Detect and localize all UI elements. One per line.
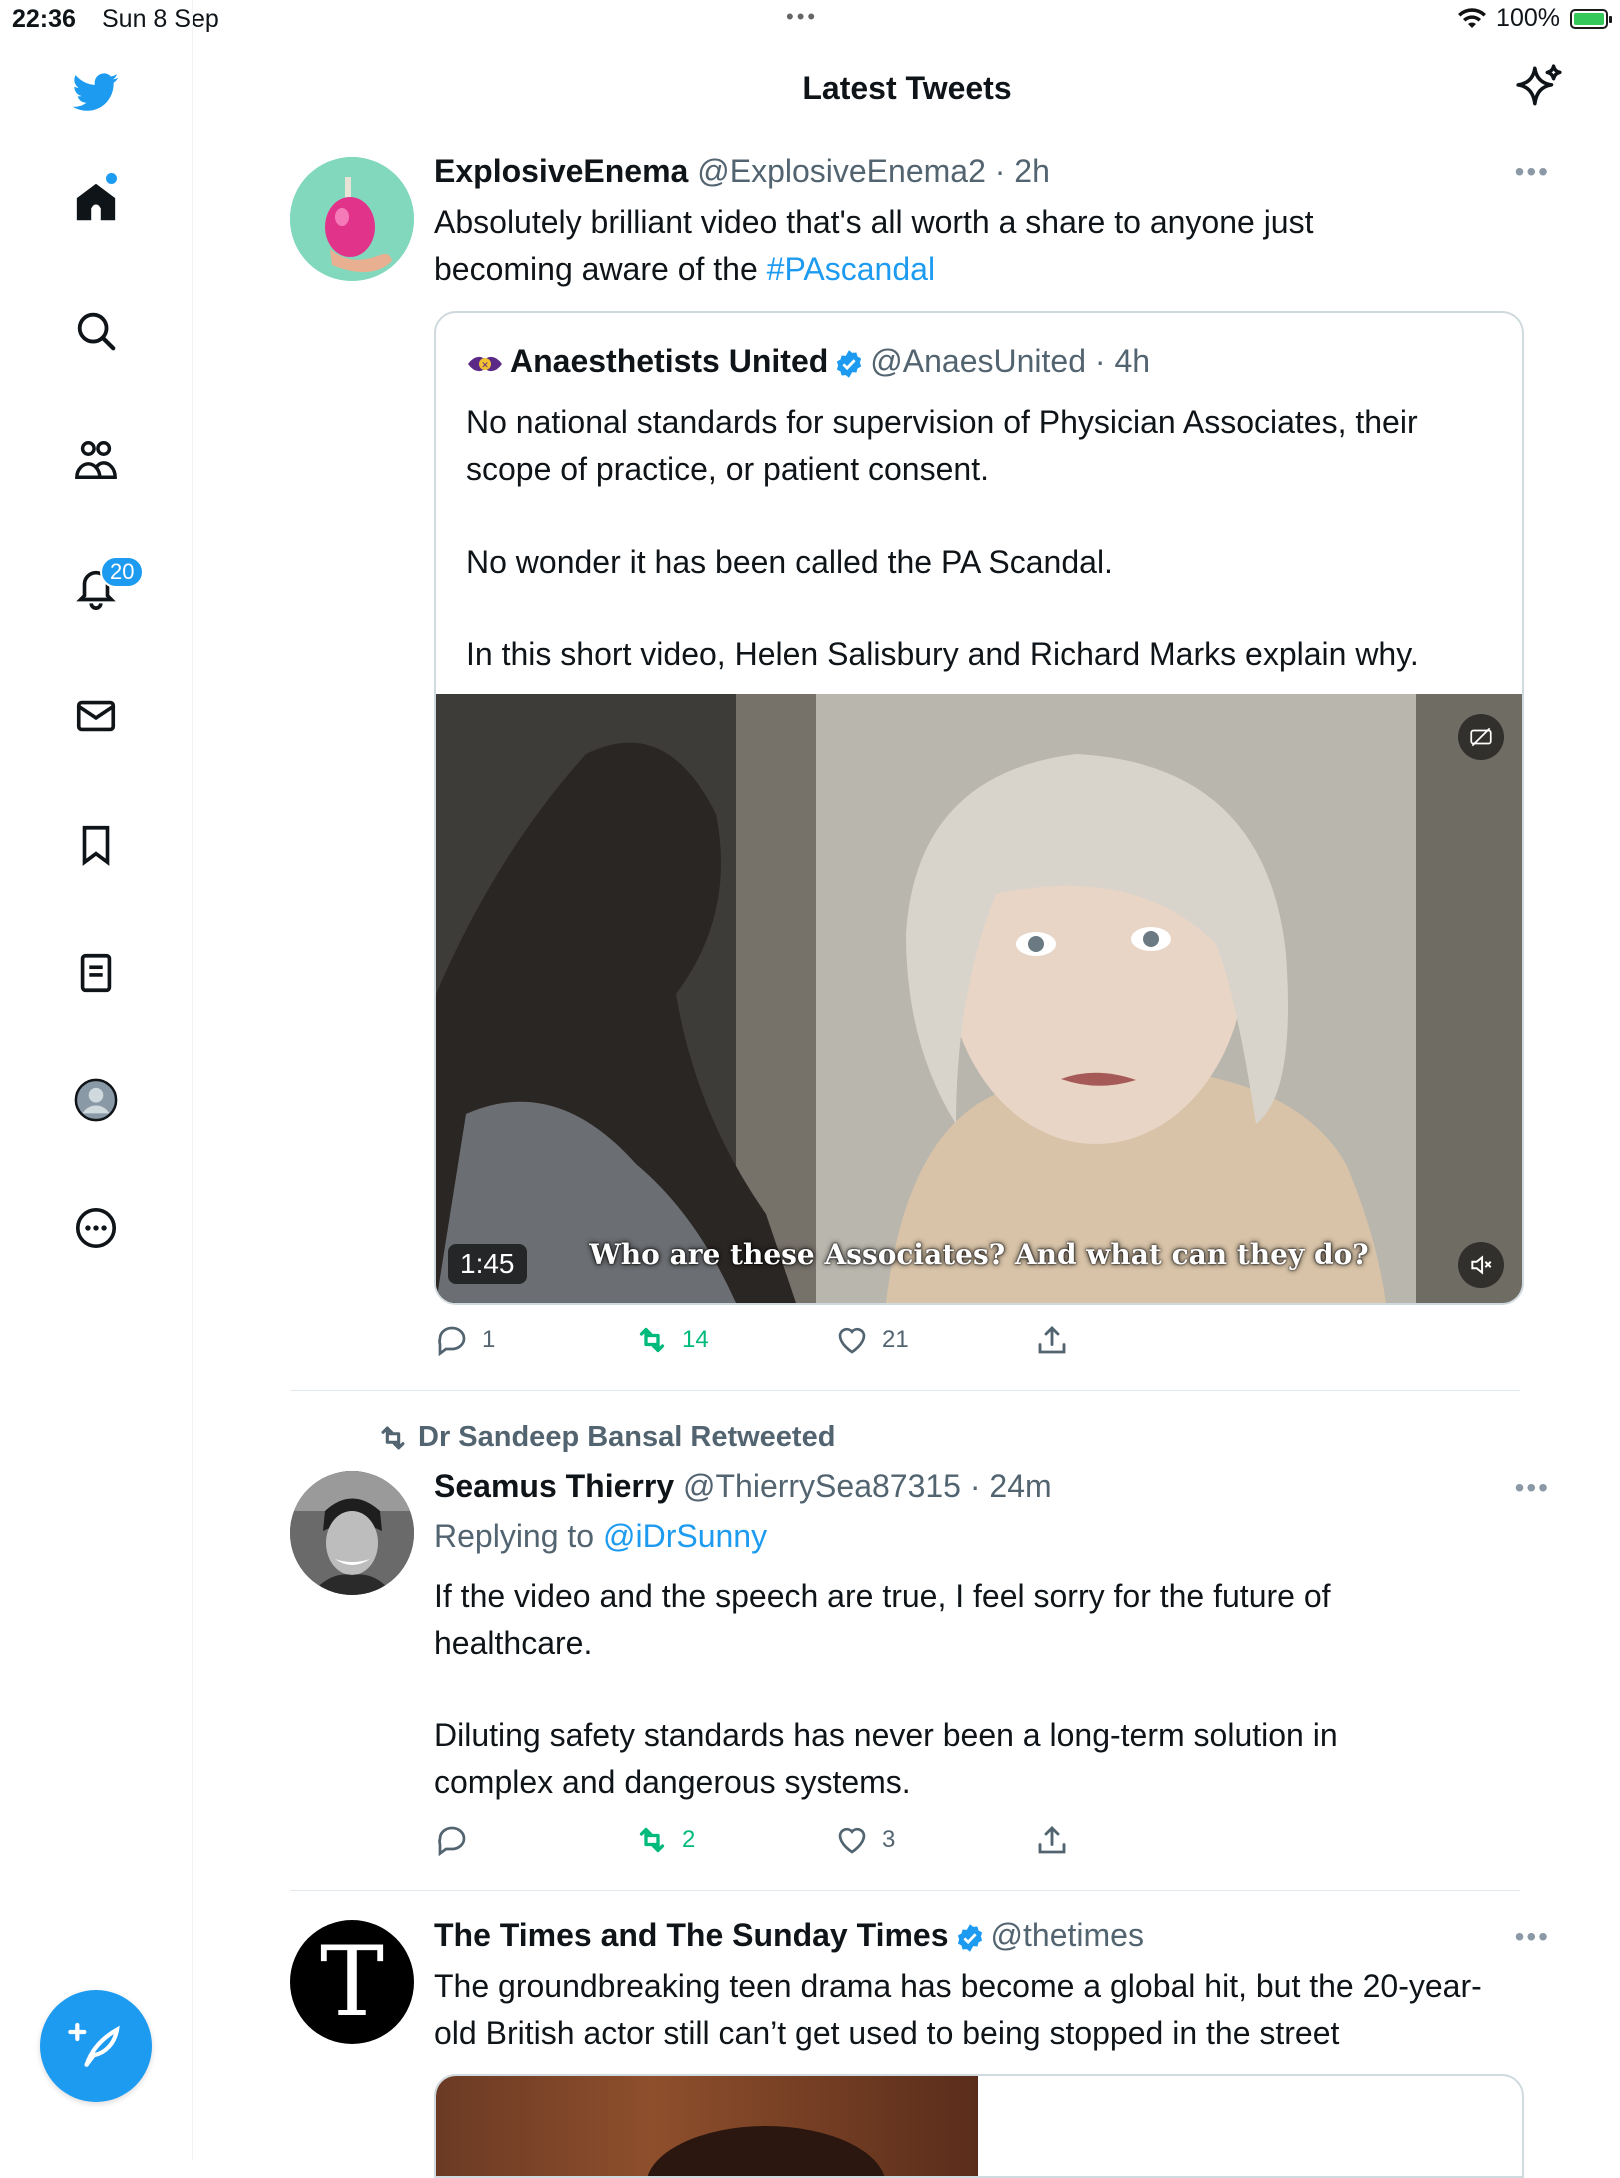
tweet-header: The Times and The Sunday Times @thetimes	[434, 1917, 1144, 1954]
author-name[interactable]: The Times and The Sunday Times	[434, 1917, 949, 1953]
tweet-more-button[interactable]: •••	[1515, 1921, 1550, 1953]
heart-icon	[838, 1327, 866, 1354]
replying-to-line: Replying to @iDrSunny	[434, 1518, 767, 1555]
verified-badge-icon	[837, 349, 862, 378]
feather-plus-icon	[68, 2022, 120, 2067]
tweet-header: Seamus Thierry @ThierrySea87315 · 24m	[434, 1468, 1052, 1505]
communities-icon[interactable]	[70, 434, 122, 486]
search-icon[interactable]	[70, 305, 122, 357]
video-thumbnail-image	[436, 694, 1522, 1303]
quote-paragraph-1: No national standards for supervision of…	[466, 404, 1418, 487]
tweet-paragraph-2: Diluting safety standards has never been…	[434, 1717, 1338, 1800]
times-logo-letter: T	[319, 1926, 385, 2038]
battery-percent: 100%	[1496, 4, 1560, 32]
tweet-divider	[290, 1390, 1520, 1391]
author-name[interactable]: Seamus Thierry	[434, 1468, 674, 1504]
notifications-badge: 20	[100, 556, 145, 588]
mute-toggle-button[interactable]	[1458, 1242, 1504, 1288]
media-preview[interactable]	[434, 2074, 1524, 2178]
author-name[interactable]: ExplosiveEnema	[434, 153, 688, 189]
home-icon[interactable]	[70, 176, 122, 228]
sparkle-timeline-icon[interactable]	[1514, 62, 1564, 112]
enema-bulb-avatar-image	[290, 157, 414, 281]
muted-speaker-icon	[1471, 1255, 1492, 1275]
quote-paragraph-2: No wonder it has been called the PA Scan…	[466, 544, 1113, 580]
reply-icon	[438, 1826, 466, 1857]
tweet-text: The groundbreaking teen drama has become…	[434, 1968, 1482, 2051]
svg-text:✕: ✕	[481, 361, 489, 371]
quote-author-handle[interactable]: @AnaesUnited	[870, 343, 1086, 379]
heart-icon	[838, 1827, 866, 1854]
share-icon	[1038, 1825, 1066, 1854]
reply-button[interactable]: 1	[434, 1322, 634, 1358]
wifi-icon	[1458, 7, 1487, 28]
retweeted-by-line: Dr Sandeep Bansal Retweeted	[374, 1421, 835, 1455]
retweet-button[interactable]: 14	[634, 1322, 834, 1358]
share-icon	[1038, 1325, 1066, 1354]
tweet-time: · 24m	[969, 1468, 1052, 1504]
tweet-text: Absolutely brilliant video that's all wo…	[434, 199, 1434, 293]
reply-count: 1	[482, 1326, 496, 1353]
home-unread-dot	[106, 173, 117, 184]
share-button[interactable]	[1034, 1822, 1234, 1858]
quote-header: ✕ Anaesthetists United @AnaesUnited · 4h	[466, 343, 1150, 380]
quote-author-name[interactable]: Anaesthetists United	[510, 343, 828, 379]
tweet-avatar[interactable]	[290, 1471, 414, 1595]
video-player[interactable]: 1:45 Who are these Associates? And what …	[436, 694, 1522, 1303]
replying-to-prefix: Replying to	[434, 1518, 603, 1554]
hashtag-link[interactable]: #PAscandal	[767, 251, 935, 287]
quote-time: · 4h	[1094, 343, 1151, 379]
tweet-time: · 2h	[994, 153, 1050, 189]
reply-button[interactable]	[434, 1822, 634, 1858]
messages-envelope-icon[interactable]	[70, 690, 122, 742]
tweet-actions: 2 3	[434, 1822, 1494, 1858]
retweet-button[interactable]: 2	[634, 1822, 834, 1858]
author-handle[interactable]: @thetimes	[991, 1917, 1144, 1953]
lists-icon[interactable]	[70, 947, 122, 999]
tweet-header: ExplosiveEnema @ExplosiveEnema2 · 2h	[434, 153, 1050, 190]
multitasking-dots[interactable]: •••	[786, 4, 818, 30]
retweet-icon	[639, 1827, 665, 1853]
video-caption: Who are these Associates? And what can t…	[589, 1238, 1369, 1271]
like-count: 21	[882, 1326, 909, 1353]
captions-toggle-button[interactable]	[1458, 714, 1504, 760]
retweet-count: 2	[682, 1826, 696, 1853]
replying-to-handle[interactable]: @iDrSunny	[603, 1518, 767, 1554]
author-handle[interactable]: @ExplosiveEnema2	[697, 153, 986, 189]
like-count: 3	[882, 1826, 896, 1853]
verified-badge-icon	[957, 1923, 982, 1952]
tweet-more-button[interactable]: •••	[1515, 1472, 1550, 1504]
like-button[interactable]: 3	[834, 1822, 1034, 1858]
reply-icon	[438, 1326, 466, 1357]
battery-icon	[1570, 8, 1612, 29]
retweet-count: 14	[682, 1326, 709, 1353]
quoted-tweet[interactable]: ✕ Anaesthetists United @AnaesUnited · 4h …	[434, 311, 1524, 1305]
like-button[interactable]: 21	[834, 1322, 1034, 1358]
retweeted-by-text[interactable]: Dr Sandeep Bansal Retweeted	[418, 1421, 835, 1453]
tweet-avatar[interactable]	[290, 157, 414, 281]
status-right: 100%	[1458, 4, 1612, 33]
captions-off-icon	[1470, 727, 1492, 747]
tweet-paragraph-1: If the video and the speech are true, I …	[434, 1578, 1331, 1661]
seamus-avatar-image	[290, 1471, 414, 1595]
anaesthetists-united-logo-icon: ✕	[468, 356, 502, 371]
profile-avatar-icon[interactable]	[70, 1074, 122, 1126]
author-handle[interactable]: @ThierrySea87315	[683, 1468, 961, 1504]
share-button[interactable]	[1034, 1322, 1234, 1358]
tweet-actions: 1 14 21	[434, 1322, 1494, 1358]
sidebar: 20	[0, 0, 193, 2160]
quote-paragraph-3: In this short video, Helen Salisbury and…	[466, 636, 1419, 672]
retweet-icon	[639, 1327, 665, 1353]
bookmarks-icon[interactable]	[70, 819, 122, 871]
tweet-avatar[interactable]: T	[290, 1920, 414, 2044]
media-image-figure	[647, 2126, 885, 2176]
tweet-divider	[290, 1890, 1520, 1891]
tweet-more-button[interactable]: •••	[1515, 156, 1550, 188]
page-title: Latest Tweets	[802, 70, 1012, 106]
media-image	[436, 2076, 978, 2176]
retweet-small-icon	[381, 1426, 405, 1450]
twitter-logo-icon[interactable]	[70, 66, 122, 118]
compose-tweet-button[interactable]	[40, 1990, 152, 2102]
more-ellipsis-circle-icon[interactable]	[70, 1202, 122, 1254]
